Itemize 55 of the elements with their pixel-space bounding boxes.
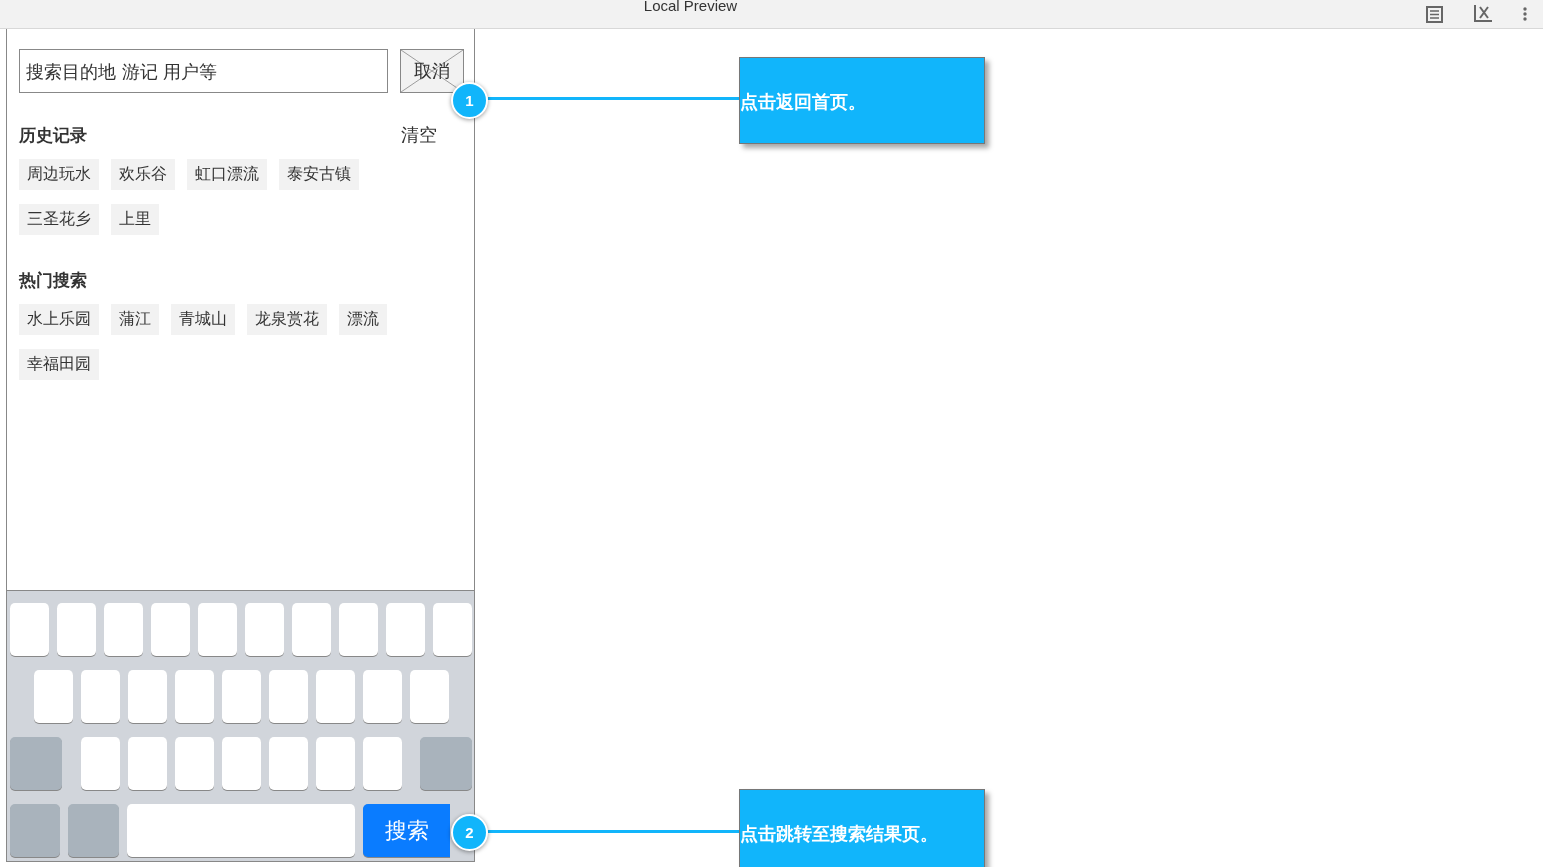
keyboard-key <box>10 603 49 656</box>
keyboard-key <box>174 737 214 790</box>
hot-search-tag[interactable]: 龙泉赏花 <box>247 304 327 335</box>
keyboard-key <box>362 670 402 723</box>
history-tag[interactable]: 欢乐谷 <box>111 159 175 190</box>
function-icon[interactable] <box>1473 5 1493 23</box>
document-icon[interactable] <box>1426 5 1443 23</box>
search-field[interactable]: 搜索目的地 游记 用户等 <box>19 49 388 93</box>
keyboard-key <box>268 737 308 790</box>
callout-text: 点击返回首页。 <box>740 90 866 114</box>
keyboard-key <box>433 603 472 656</box>
section-title: 热门搜索 <box>19 269 87 292</box>
keyboard-key <box>127 737 167 790</box>
keyboard-key <box>80 670 120 723</box>
more-icon[interactable] <box>1523 7 1527 21</box>
history-tag[interactable]: 泰安古镇 <box>279 159 359 190</box>
section-title: 历史记录 <box>19 123 87 147</box>
keyboard-key <box>409 670 449 723</box>
search-key[interactable]: 搜索 <box>363 804 450 857</box>
keyboard-key <box>245 603 284 656</box>
keyboard-key <box>386 603 425 656</box>
clear-link[interactable]: 清空 <box>401 123 437 147</box>
window-title: Local Preview <box>643 0 738 14</box>
annotation-marker: 1 <box>451 82 488 119</box>
keyboard-key <box>362 737 402 790</box>
keyboard-key <box>80 737 120 790</box>
hot-search-tag[interactable]: 水上乐园 <box>19 304 99 335</box>
keyboard-key <box>315 737 355 790</box>
keyboard-key <box>198 603 237 656</box>
keyboard-key <box>221 737 261 790</box>
callout-text: 点击跳转至搜索结果页。 <box>740 822 938 846</box>
cancel-button[interactable]: 取消 <box>400 49 464 93</box>
keyboard-key <box>268 670 308 723</box>
keyboard-key <box>420 737 472 790</box>
keyboard-key <box>57 603 96 656</box>
history-tag[interactable]: 上里 <box>111 204 159 235</box>
history-tag[interactable]: 三圣花乡 <box>19 204 99 235</box>
keyboard-key <box>151 603 190 656</box>
keyboard-key <box>10 804 60 857</box>
keyboard-key <box>68 804 119 857</box>
keyboard-key <box>10 737 62 790</box>
hot-search-tag[interactable]: 青城山 <box>171 304 235 335</box>
hot-search-tag[interactable]: 幸福田园 <box>19 349 99 380</box>
keyboard-key <box>127 670 167 723</box>
history-tag[interactable]: 虹口漂流 <box>187 159 267 190</box>
keyboard-key <box>221 670 261 723</box>
keyboard-key <box>174 670 214 723</box>
keyboard-key <box>33 670 73 723</box>
keyboard-key <box>339 603 378 656</box>
keyboard-key <box>315 670 355 723</box>
hot-search-tag[interactable]: 漂流 <box>339 304 387 335</box>
keyboard-key <box>104 603 143 656</box>
history-tag[interactable]: 周边玩水 <box>19 159 99 190</box>
keyboard-key <box>292 603 331 656</box>
hot-search-tag[interactable]: 蒲江 <box>111 304 159 335</box>
